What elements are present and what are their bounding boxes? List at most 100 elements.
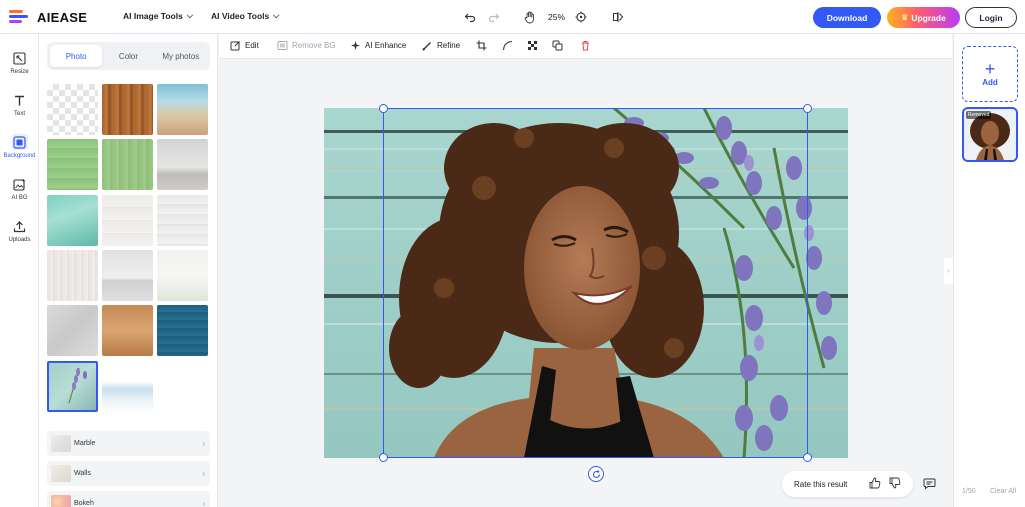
resize-handle-bottom-right[interactable]: [803, 453, 812, 462]
curve-icon[interactable]: [502, 40, 513, 51]
bg-thumb-white-wood[interactable]: [102, 195, 153, 246]
rate-result-bar: Rate this result: [782, 471, 913, 497]
resize-handle-top-left[interactable]: [379, 104, 388, 113]
rail-item-resize[interactable]: Resize: [0, 50, 39, 75]
refine-button[interactable]: Refine: [422, 40, 460, 51]
category-walls-label: Walls: [74, 470, 91, 477]
clear-all-button[interactable]: Clear All: [990, 488, 1016, 495]
category-bokeh[interactable]: Bokeh ›: [47, 491, 210, 507]
text-icon: [12, 92, 28, 108]
category-walls[interactable]: Walls ›: [47, 461, 210, 486]
chevron-right-icon: ›: [202, 469, 205, 478]
bg-thumb-winter-landscape[interactable]: [102, 361, 153, 412]
tab-color[interactable]: Color: [102, 45, 154, 67]
menu-ai-image-tools-label: AI Image Tools: [123, 11, 183, 21]
bg-thumb-concrete[interactable]: [47, 305, 98, 356]
chevron-right-icon: ›: [202, 499, 205, 507]
upload-icon: [12, 218, 28, 234]
undo-icon[interactable]: [462, 9, 478, 25]
edit-icon: [230, 41, 240, 51]
selection-box[interactable]: [383, 108, 808, 458]
remove-bg-button[interactable]: Remove BG: [277, 40, 336, 51]
mosaic-icon[interactable]: [527, 40, 538, 51]
plus-icon: +: [984, 58, 996, 79]
bg-thumb-green-planks[interactable]: [102, 139, 153, 190]
login-button[interactable]: Login: [965, 7, 1017, 28]
bg-thumb-teal-wood[interactable]: [47, 195, 98, 246]
edit-toolbar: Edit Remove BG AI Enhance Refine: [219, 34, 952, 59]
rail-item-label: Background: [3, 153, 36, 159]
bg-thumb-lavender-wood-selected[interactable]: [47, 361, 98, 412]
add-label: Add: [982, 77, 998, 87]
delete-icon[interactable]: [580, 40, 591, 51]
background-tabs: Photo Color My photos: [47, 42, 210, 70]
sparkle-icon: [351, 41, 360, 50]
bg-thumb-beach-deck[interactable]: [157, 84, 208, 135]
edit-button[interactable]: Edit: [230, 40, 259, 51]
rotate-icon: [592, 469, 600, 478]
rail-item-background[interactable]: Background: [0, 134, 39, 159]
ai-enhance-button[interactable]: AI Enhance: [350, 40, 406, 51]
bg-thumb-green-wood[interactable]: [47, 139, 98, 190]
bg-thumb-grey-planks[interactable]: [157, 195, 208, 246]
history-panel: [953, 34, 1025, 507]
category-marble[interactable]: Marble ›: [47, 431, 210, 456]
bg-thumb-pale-wood[interactable]: [47, 250, 98, 301]
background-panel: Photo Color My photos Marble › Walls › B…: [39, 34, 218, 507]
lavender-sprig-icon: [68, 367, 87, 404]
compare-icon[interactable]: [610, 9, 626, 25]
category-bokeh-label: Bokeh: [74, 500, 94, 507]
hand-icon[interactable]: [522, 9, 538, 25]
feedback-chat-icon[interactable]: [919, 473, 939, 493]
logo-icon: [9, 9, 31, 25]
resize-icon: [12, 50, 28, 66]
rail-item-text[interactable]: Text: [0, 92, 39, 117]
rail-item-uploads[interactable]: Uploads: [0, 218, 39, 243]
chevron-right-icon: ›: [202, 439, 205, 448]
collapse-panel-handle[interactable]: ›: [944, 258, 953, 284]
rail-item-label: Uploads: [8, 237, 31, 243]
bg-thumb-white-floor[interactable]: [102, 250, 153, 301]
bg-thumb-transparent[interactable]: [47, 84, 98, 135]
menu-ai-video-tools[interactable]: AI Video Tools ⌵: [211, 11, 279, 21]
bg-thumb-wood-planks[interactable]: [102, 84, 153, 135]
thumbs-up-icon[interactable]: [869, 477, 883, 491]
ai-enhance-label: AI Enhance: [365, 41, 407, 50]
redo-icon[interactable]: [486, 9, 502, 25]
left-rail: Resize Text Background AI BG Uploads: [0, 34, 39, 507]
remove-bg-label: Remove BG: [292, 41, 336, 50]
top-bar: AIEASE AI Image Tools ⌵ AI Video Tools ⌵…: [0, 0, 1025, 34]
bg-thumb-bright-room[interactable]: [157, 250, 208, 301]
brand-logo[interactable]: AIEASE: [9, 9, 87, 25]
bg-thumb-blue-wood[interactable]: [157, 305, 208, 356]
zoom-level[interactable]: 25%: [548, 12, 565, 22]
menu-ai-image-tools[interactable]: AI Image Tools ⌵: [123, 11, 193, 21]
remove-bg-icon: [277, 41, 288, 50]
resize-handle-bottom-left[interactable]: [379, 453, 388, 462]
resize-handle-top-right[interactable]: [803, 104, 812, 113]
rail-item-ai-bg[interactable]: AI BG: [0, 176, 39, 201]
chevron-down-icon: ⌵: [186, 11, 193, 20]
upgrade-button[interactable]: ♛ Upgrade: [887, 7, 960, 28]
thumbs-down-icon[interactable]: [889, 477, 903, 491]
upgrade-label: Upgrade: [911, 12, 946, 23]
rotate-handle[interactable]: [588, 466, 604, 482]
rail-item-label: AI BG: [11, 195, 28, 201]
crop-icon[interactable]: [476, 40, 487, 51]
tab-my-photos[interactable]: My photos: [155, 45, 207, 67]
tab-photo[interactable]: Photo: [50, 45, 103, 67]
category-bokeh-thumb: [51, 495, 71, 507]
category-marble-label: Marble: [74, 440, 96, 447]
crosshair-icon[interactable]: [573, 9, 589, 25]
menu-ai-video-tools-label: AI Video Tools: [211, 11, 270, 21]
category-marble-thumb: [51, 435, 71, 452]
history-thumb-removed[interactable]: Removed: [962, 107, 1018, 162]
category-walls-thumb: [51, 465, 71, 482]
download-button[interactable]: Download: [813, 7, 881, 28]
ai-bg-icon: [12, 176, 28, 192]
add-image-button[interactable]: + Add: [962, 46, 1018, 102]
bg-thumb-studio-room[interactable]: [157, 139, 208, 190]
bg-thumb-wood-room[interactable]: [102, 305, 153, 356]
duplicate-icon[interactable]: [552, 40, 563, 51]
brush-icon: [422, 42, 431, 51]
